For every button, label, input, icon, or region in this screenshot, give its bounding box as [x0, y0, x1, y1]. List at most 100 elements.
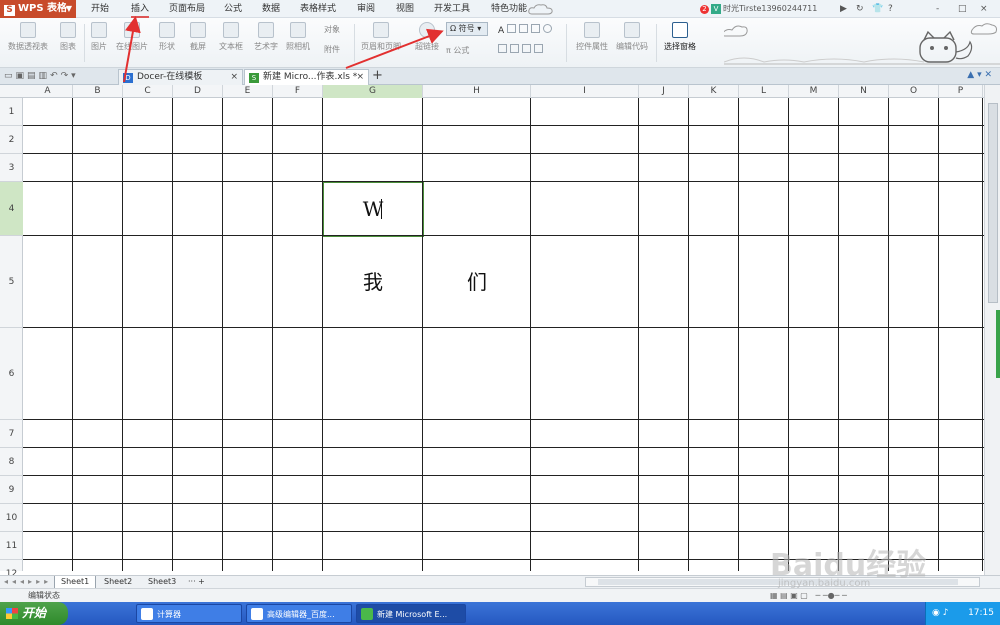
label-control-icon[interactable]: A [498, 26, 504, 36]
picture-button[interactable]: 图片 [88, 22, 110, 52]
shape-button[interactable]: 形状 [152, 22, 182, 52]
system-tray[interactable]: ◉ ♪ 17:15 [925, 602, 1000, 625]
notification-badge[interactable]: 2 [700, 5, 709, 14]
cell-h5[interactable]: 们 [423, 236, 531, 328]
row-header-5[interactable]: 5 [0, 236, 23, 328]
tab-review[interactable]: 审阅 [357, 0, 375, 18]
tab-data[interactable]: 数据 [262, 0, 280, 18]
row-header-3[interactable]: 3 [0, 154, 23, 182]
print-icon[interactable]: ▥ [39, 71, 51, 81]
row-header-11[interactable]: 11 [0, 532, 23, 560]
undo-icon[interactable]: ↶ [50, 71, 61, 81]
clock[interactable]: 17:15 [968, 602, 994, 625]
refresh-icon[interactable]: ↻ [856, 0, 864, 18]
side-panel-toggle[interactable] [996, 310, 1000, 378]
minimize-button[interactable]: - [936, 0, 939, 18]
help-button[interactable]: ? [888, 0, 893, 18]
start-button[interactable]: 开始 [0, 602, 68, 625]
vertical-scroll-thumb[interactable] [988, 103, 998, 303]
column-header-h[interactable]: H [423, 85, 531, 98]
control-properties-button[interactable]: 控件属性 [572, 22, 612, 52]
tab-formula[interactable]: 公式 [224, 0, 242, 18]
play-icon[interactable]: ▶ [840, 0, 847, 18]
close-tab-icon[interactable]: × [230, 70, 238, 85]
pivot-table-button[interactable]: 数据透视表 [6, 22, 50, 52]
tab-spreadsheet-file[interactable]: S 新建 Micro...作表.xls * × [244, 69, 369, 85]
close-button[interactable]: × [980, 0, 988, 18]
column-header-d[interactable]: D [173, 85, 223, 98]
column-header-n[interactable]: N [839, 85, 889, 98]
column-header-o[interactable]: O [889, 85, 939, 98]
rectangle-control-icon[interactable] [507, 24, 517, 33]
user-area[interactable]: 2 V 时光Tirste13960244711 [700, 0, 817, 18]
column-header-f[interactable]: F [273, 85, 323, 98]
tab-view[interactable]: 视图 [396, 0, 414, 18]
column-header-m[interactable]: M [789, 85, 839, 98]
header-footer-button[interactable]: 页眉和页脚 [360, 22, 402, 52]
user-name[interactable]: 时光Tirste13960244711 [723, 4, 817, 13]
row-header-6[interactable]: 6 [0, 328, 23, 420]
column-header-a[interactable]: A [23, 85, 73, 98]
redo-icon[interactable]: ↷ [61, 71, 72, 81]
radio-control-icon[interactable] [543, 24, 553, 33]
screenshot-button[interactable]: 截屏 [184, 22, 212, 52]
maximize-button[interactable]: □ [958, 0, 967, 18]
tab-bar-right-icons[interactable]: ▲ ▾ ✕ [967, 70, 992, 80]
tab-developer[interactable]: 开发工具 [434, 0, 470, 18]
tab-home[interactable]: 开始 [91, 0, 109, 18]
attachment-button[interactable]: 附件 [316, 44, 348, 55]
wordart-button[interactable]: 艺术字 [252, 22, 280, 52]
close-tab-icon[interactable]: × [356, 70, 364, 85]
cell-g4[interactable]: W [323, 182, 423, 236]
view-mode-controls[interactable]: ▦ ▤ ▣ ▢ ─ ─●─ ─ [770, 589, 847, 602]
tab-table-style[interactable]: 表格样式 [300, 0, 336, 18]
row-header-2[interactable]: 2 [0, 126, 23, 154]
customize-icon[interactable]: ▾ [71, 71, 79, 81]
cell-g5[interactable]: 我 [323, 236, 423, 328]
formula-button[interactable]: π 公式 [446, 45, 469, 56]
camera-button[interactable]: 照相机 [284, 22, 312, 52]
tab-page-layout[interactable]: 页面布局 [169, 0, 205, 18]
row-header-1[interactable]: 1 [0, 98, 23, 126]
column-header-c[interactable]: C [123, 85, 173, 98]
column-header-k[interactable]: K [689, 85, 739, 98]
column-header-g[interactable]: G [323, 85, 423, 98]
tab-insert[interactable]: 插入 [131, 0, 150, 18]
shirt-icon[interactable]: 👕 [872, 0, 883, 18]
column-header-i[interactable]: I [531, 85, 639, 98]
taskbar-item-spreadsheet[interactable]: 新建 Microsoft E... [356, 604, 466, 623]
taskbar-item-calculator[interactable]: 计算器 [136, 604, 242, 623]
open-icon[interactable]: ▭ [4, 71, 16, 81]
object-button[interactable]: 对象 [316, 24, 348, 35]
spinner-control-icon[interactable] [522, 44, 531, 53]
hyperlink-button[interactable]: 超链接 [412, 22, 442, 52]
edit-code-button[interactable]: 编辑代码 [614, 22, 650, 52]
symbol-button[interactable]: Ω 符号 ▾ [446, 22, 488, 36]
print-preview-icon[interactable]: ▤ [27, 71, 39, 81]
save-icon[interactable]: ▣ [16, 71, 28, 81]
row-header-7[interactable]: 7 [0, 420, 23, 448]
taskbar-item-editor[interactable]: 高级编辑器_百度... [246, 604, 352, 623]
listbox-control-icon[interactable] [498, 44, 507, 53]
tab-docer-templates[interactable]: D Docer-在线模板 × [118, 69, 243, 85]
chart-button[interactable]: 图表 [56, 22, 80, 52]
online-picture-button[interactable]: 在线图片 [112, 22, 152, 52]
sheet-navigation-arrows[interactable]: ◂◂◂▸▸▸ [4, 576, 52, 588]
checkbox-control-icon[interactable] [531, 24, 541, 33]
tab-special-features[interactable]: 特色功能 [491, 0, 527, 18]
column-header-l[interactable]: L [739, 85, 789, 98]
row-header-9[interactable]: 9 [0, 476, 23, 504]
column-header-b[interactable]: B [73, 85, 123, 98]
selection-pane-button[interactable]: 选择窗格 [660, 22, 700, 52]
row-header-4[interactable]: 4 [0, 182, 23, 236]
row-header-10[interactable]: 10 [0, 504, 23, 532]
frame-control-icon[interactable] [519, 24, 529, 33]
combobox-control-icon[interactable] [510, 44, 519, 53]
new-tab-button[interactable]: + [372, 69, 383, 83]
wps-app-menu-button[interactable]: S WPS 表格 ▼ [0, 0, 76, 18]
cell-grid[interactable]: W我们 [23, 98, 984, 571]
column-header-e[interactable]: E [223, 85, 273, 98]
row-header-8[interactable]: 8 [0, 448, 23, 476]
tray-icons[interactable]: ◉ ♪ [932, 608, 948, 618]
textbox-button[interactable]: 文本框 [214, 22, 248, 52]
